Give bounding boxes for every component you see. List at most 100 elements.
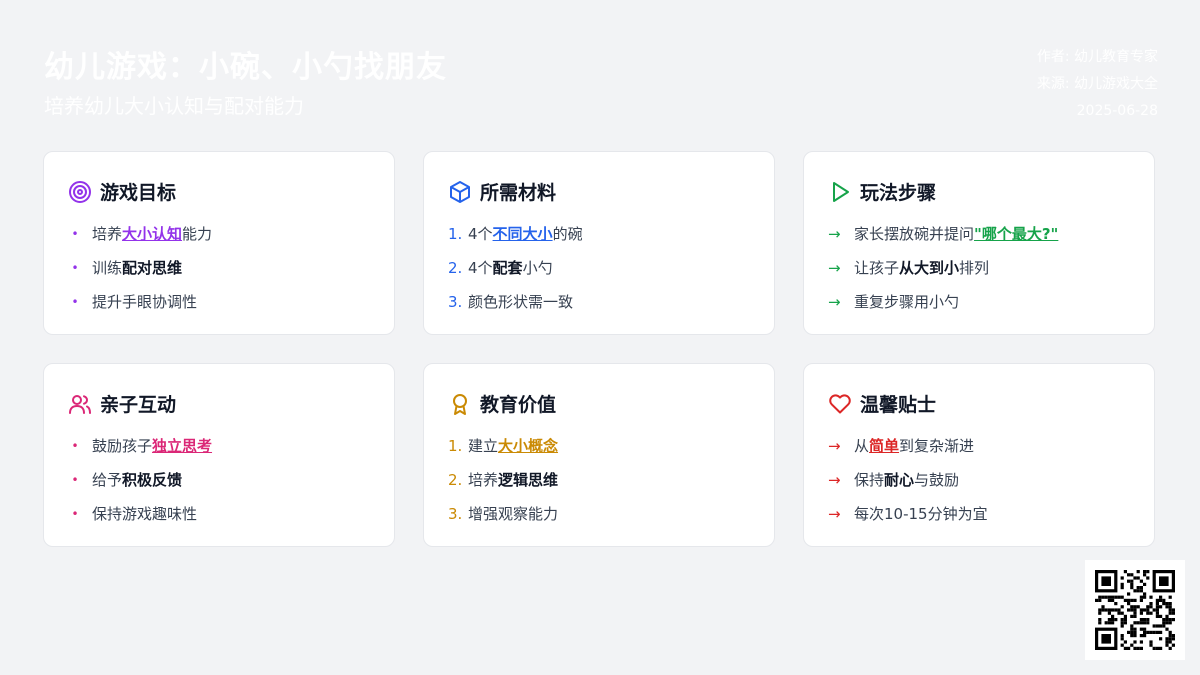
item-text: 每次10-15分钟为宜 (854, 505, 988, 523)
item-text: 培养 (92, 225, 123, 243)
item-text: 重复步骤用小勺 (854, 293, 960, 311)
bullet-dot: • (71, 439, 79, 453)
card-materials-list: 1. 4个 不同大小 的碗 2. 4个 配套 小勺 3. 颜色形状需一致 (448, 222, 583, 324)
meta-info: 作者: 幼儿教育专家 来源: 幼儿游戏大全 2025-06-28 (1037, 44, 1158, 125)
bullet-dot: • (71, 473, 79, 487)
cube-icon (448, 180, 472, 204)
list-item: 2. 4个 配套 小勺 (448, 256, 583, 290)
arrow-right-icon: → (828, 293, 841, 311)
card-value: 教育价值 1. 建立 大小概念 2. 培养 逻辑思维 3. 增强观察能力 (423, 363, 775, 547)
list-item: 3. 增强观察能力 (448, 502, 558, 536)
bullet-dot: • (71, 507, 79, 521)
item-bold: 配套 (492, 259, 523, 277)
item-text: 提升手眼协调性 (92, 293, 198, 311)
card-steps: 玩法步骤 → 家长摆放碗并提问 "哪个最大?" → 让孩子 从大到小 排列 → 重复步骤用小… (803, 151, 1155, 335)
item-text: 4个 (468, 225, 493, 243)
card-materials-title: 所需材料 (480, 182, 557, 204)
item-number: 1. (448, 437, 463, 455)
item-highlight: 大小认知 (122, 225, 183, 243)
item-highlight: 大小概念 (498, 437, 559, 455)
page-title: 幼儿游戏：小碗、小勺找朋友 (44, 50, 447, 85)
list-item: • 训练 配对思维 (68, 256, 212, 290)
item-number: 1. (448, 225, 463, 243)
item-text: 到复杂渐进 (899, 437, 975, 455)
arrow-right-icon: → (828, 437, 841, 455)
item-highlight: 不同大小 (492, 225, 553, 243)
arrow-right-icon: → (828, 225, 841, 243)
card-tips-title: 温馨贴士 (860, 394, 937, 416)
item-text: 保持 (854, 471, 885, 489)
card-steps-title: 玩法步骤 (860, 182, 937, 204)
card-materials: 所需材料 1. 4个 不同大小 的碗 2. 4个 配套 小勺 3. 颜色形状需一致 (423, 151, 775, 335)
page-subtitle: 培养幼儿大小认知与配对能力 (44, 94, 304, 118)
list-item: → 保持 耐心 与鼓励 (828, 468, 988, 502)
card-tips: 温馨贴士 → 从简单 到复杂渐进 → 保持 耐心 与鼓励 → 每次10-15分钟为宜 (803, 363, 1155, 547)
award-icon (448, 392, 472, 416)
item-text: 训练 (92, 259, 123, 277)
item-text: 让孩子 (854, 259, 900, 277)
heart-icon (828, 392, 852, 416)
item-text: 给予 (92, 471, 123, 489)
item-highlight: "哪个最大?" (974, 225, 1059, 243)
list-item: • 鼓励孩子 独立思考 (68, 434, 212, 468)
qr-code-icon (1085, 560, 1185, 660)
card-interaction-title: 亲子互动 (100, 394, 177, 416)
list-item: → 从简单 到复杂渐进 (828, 434, 988, 468)
item-text: 培养 (468, 471, 499, 489)
date-text: 2025-06-28 (1076, 103, 1158, 119)
item-text: 鼓励孩子 (92, 437, 153, 455)
bullet-dot: • (71, 295, 79, 309)
list-item: 1. 4个 不同大小 的碗 (448, 222, 583, 256)
item-bold: 耐心 (884, 471, 915, 489)
card-value-list: 1. 建立 大小概念 2. 培养 逻辑思维 3. 增强观察能力 (448, 434, 558, 536)
item-number: 3. (448, 505, 463, 523)
list-item: • 提升手眼协调性 (68, 290, 212, 324)
author-text: 作者: 幼儿教育专家 (1036, 49, 1158, 65)
list-item: 2. 培养 逻辑思维 (448, 468, 558, 502)
item-text: 排列 (959, 259, 990, 277)
card-tips-list: → 从简单 到复杂渐进 → 保持 耐心 与鼓励 → 每次10-15分钟为宜 (828, 434, 988, 536)
item-bold: 从大到小 (899, 259, 960, 277)
item-number: 2. (448, 471, 463, 489)
list-item: → 让孩子 从大到小 排列 (828, 256, 1058, 290)
item-number: 3. (448, 293, 463, 311)
list-item: 3. 颜色形状需一致 (448, 290, 583, 324)
list-item: • 培养 大小认知 能力 (68, 222, 212, 256)
list-item: 1. 建立 大小概念 (448, 434, 558, 468)
arrow-right-icon: → (828, 505, 841, 523)
item-highlight: 独立思考 (152, 437, 213, 455)
item-text: 颜色形状需一致 (468, 293, 574, 311)
item-bold: 配对思维 (122, 259, 183, 277)
item-text: 保持游戏趣味性 (92, 505, 198, 523)
card-interaction-list: • 鼓励孩子 独立思考 • 给予 积极反馈 • 保持游戏趣味性 (68, 434, 212, 536)
play-icon (828, 180, 852, 204)
list-item: → 家长摆放碗并提问 "哪个最大?" (828, 222, 1058, 256)
item-bold: 逻辑思维 (498, 471, 559, 489)
arrow-right-icon: → (828, 471, 841, 489)
item-text: 与鼓励 (914, 471, 960, 489)
item-text: 能力 (182, 225, 213, 243)
card-goals: 游戏目标 • 培养 大小认知 能力 • 训练 配对思维 • 提升手眼协调性 (43, 151, 395, 335)
list-item: • 给予 积极反馈 (68, 468, 212, 502)
card-interaction: 亲子互动 • 鼓励孩子 独立思考 • 给予 积极反馈 • 保持游戏趣味性 (43, 363, 395, 547)
item-text: 小勺 (522, 259, 553, 277)
arrow-right-icon: → (828, 259, 841, 277)
card-goals-title: 游戏目标 (100, 182, 177, 204)
list-item: → 每次10-15分钟为宜 (828, 502, 988, 536)
card-goals-list: • 培养 大小认知 能力 • 训练 配对思维 • 提升手眼协调性 (68, 222, 212, 324)
card-steps-list: → 家长摆放碗并提问 "哪个最大?" → 让孩子 从大到小 排列 → 重复步骤用小勺 (828, 222, 1058, 324)
item-bold: 积极反馈 (122, 471, 183, 489)
item-text: 4个 (468, 259, 493, 277)
item-text: 从 (854, 437, 870, 455)
item-text: 增强观察能力 (468, 505, 559, 523)
bullet-dot: • (71, 261, 79, 275)
users-icon (68, 392, 92, 416)
card-value-title: 教育价值 (480, 394, 557, 416)
item-number: 2. (448, 259, 463, 277)
item-text: 家长摆放碗并提问 (854, 225, 975, 243)
list-item: → 重复步骤用小勺 (828, 290, 1058, 324)
list-item: • 保持游戏趣味性 (68, 502, 212, 536)
item-text: 的碗 (552, 225, 583, 243)
item-highlight: 简单 (869, 437, 900, 455)
target-icon (68, 180, 92, 204)
